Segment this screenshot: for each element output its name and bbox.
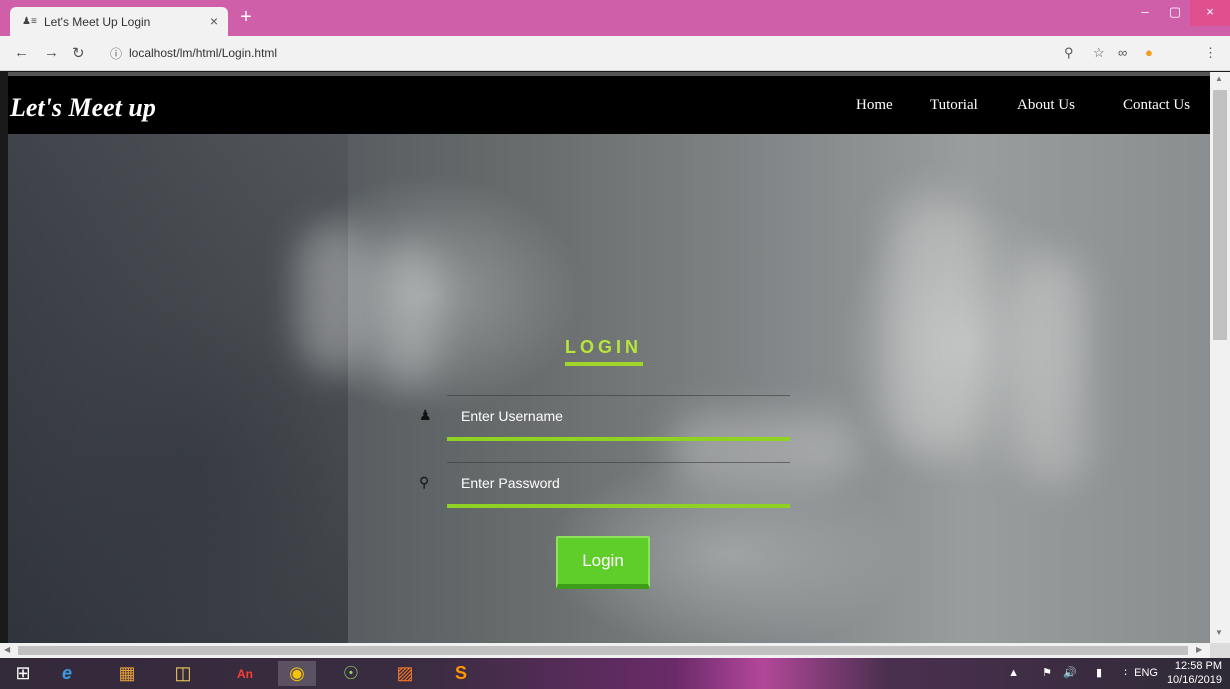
scroll-up-arrow-icon[interactable]: ▲ [1215, 74, 1223, 83]
clock-date[interactable]: 10/16/2019 [1167, 674, 1222, 686]
android-studio-icon[interactable]: ☉ [332, 661, 370, 686]
site-info-icon[interactable]: ⓘ [110, 45, 122, 62]
extension-infinity-icon[interactable]: ∞ [1118, 45, 1127, 60]
forward-arrow-icon[interactable]: → [44, 44, 59, 61]
key-icon[interactable]: ⚲ [1064, 45, 1074, 61]
chrome-icon[interactable]: ◉ [278, 661, 316, 686]
scroll-down-arrow-icon[interactable]: ▼ [1215, 628, 1223, 637]
site-navbar: Let's Meet up Home Tutorial About Us Con… [8, 72, 1210, 134]
bookmark-star-icon[interactable]: ☆ [1093, 45, 1105, 61]
minimize-button[interactable]: – [1130, 0, 1160, 26]
site-brand[interactable]: Let's Meet up [10, 93, 156, 123]
hero-blur-shape [298, 224, 368, 374]
nav-contact-us[interactable]: Contact Us [1123, 97, 1190, 114]
hero-background: LOGIN ♟ ⚲ Login [8, 134, 1210, 643]
key-icon: ⚲ [419, 474, 430, 490]
chrome-menu-icon[interactable]: ⋮ [1204, 45, 1217, 61]
clock-time[interactable]: 12:58 PM [1175, 660, 1222, 672]
extension-orange-icon[interactable]: ● [1145, 45, 1153, 60]
scrollbar-corner [1210, 643, 1230, 658]
volume-icon[interactable]: 🔊 [1063, 666, 1077, 679]
login-title-underline [565, 362, 643, 366]
address-bar-row: ← → ↻ ⓘ localhost/lm/html/Login.html ⚲ ☆… [0, 36, 1230, 71]
tab-close-button[interactable]: × [210, 13, 218, 29]
password-underline [447, 504, 790, 508]
maximize-button[interactable]: ▢ [1160, 0, 1190, 26]
tab-favicon-icon: ♟≡ [22, 16, 37, 27]
start-icon[interactable]: ⊞ [4, 661, 42, 686]
url-omnibox[interactable]: ⓘ localhost/lm/html/Login.html [104, 41, 1230, 66]
file-explorer-icon[interactable]: ◫ [164, 661, 202, 686]
window-controls: – ▢ × [1130, 0, 1230, 26]
username-input[interactable] [459, 407, 779, 425]
language-indicator[interactable]: ENG [1134, 667, 1158, 679]
browser-tab[interactable]: ♟≡ Let's Meet Up Login × [10, 7, 228, 36]
winrar-icon[interactable]: ▦ [108, 661, 146, 686]
nav-about-us[interactable]: About Us [1017, 97, 1075, 114]
new-tab-button[interactable]: + [236, 6, 256, 29]
close-window-button[interactable]: × [1190, 0, 1230, 26]
url-text[interactable]: localhost/lm/html/Login.html [129, 46, 277, 60]
hero-shade [8, 134, 348, 643]
hero-blur-shape [888, 194, 978, 454]
sublime-icon[interactable]: S [442, 661, 480, 686]
password-field: ⚲ [419, 462, 790, 508]
vertical-scroll-thumb[interactable] [1213, 90, 1227, 340]
nav-tutorial[interactable]: Tutorial [930, 97, 978, 114]
back-arrow-icon[interactable]: ← [14, 44, 29, 61]
user-icon: ♟ [419, 407, 432, 423]
login-button[interactable]: Login [556, 536, 650, 589]
browser-tab-strip: ♟≡ Let's Meet Up Login × + – ▢ × [0, 0, 1230, 36]
signal-icon[interactable]: ∶ [1124, 666, 1127, 679]
nav-home[interactable]: Home [856, 97, 893, 114]
windows-taskbar: ⊞ e ▦ ◫ An ◉ ☉ ▨ S ▲ ⚑ 🔊 ▮ ∶ ENG 12:58 P… [0, 658, 1230, 689]
ie-icon[interactable]: e [48, 661, 86, 686]
horizontal-scrollbar[interactable]: ◀ ▶ [0, 643, 1210, 658]
horizontal-scroll-thumb[interactable] [18, 646, 1188, 655]
network-flag-icon[interactable]: ⚑ [1042, 666, 1052, 679]
scroll-right-arrow-icon[interactable]: ▶ [1196, 645, 1202, 654]
animate-icon[interactable]: An [226, 661, 264, 686]
xampp-icon[interactable]: ▨ [386, 661, 424, 686]
vertical-scrollbar[interactable]: ▲ ▼ [1210, 72, 1230, 643]
tab-title: Let's Meet Up Login [44, 15, 151, 29]
tray-expand-icon[interactable]: ▲ [1008, 667, 1019, 679]
page-viewport: Let's Meet up Home Tutorial About Us Con… [8, 72, 1210, 643]
username-underline [447, 437, 790, 441]
login-title: LOGIN [565, 337, 642, 357]
reload-icon[interactable]: ↻ [72, 44, 85, 62]
username-field: ♟ [419, 395, 790, 441]
hero-blur-shape [378, 244, 438, 384]
battery-icon[interactable]: ▮ [1096, 666, 1102, 679]
hero-blur-shape [1018, 254, 1088, 484]
scroll-left-arrow-icon[interactable]: ◀ [4, 645, 10, 654]
password-input[interactable] [459, 474, 779, 492]
